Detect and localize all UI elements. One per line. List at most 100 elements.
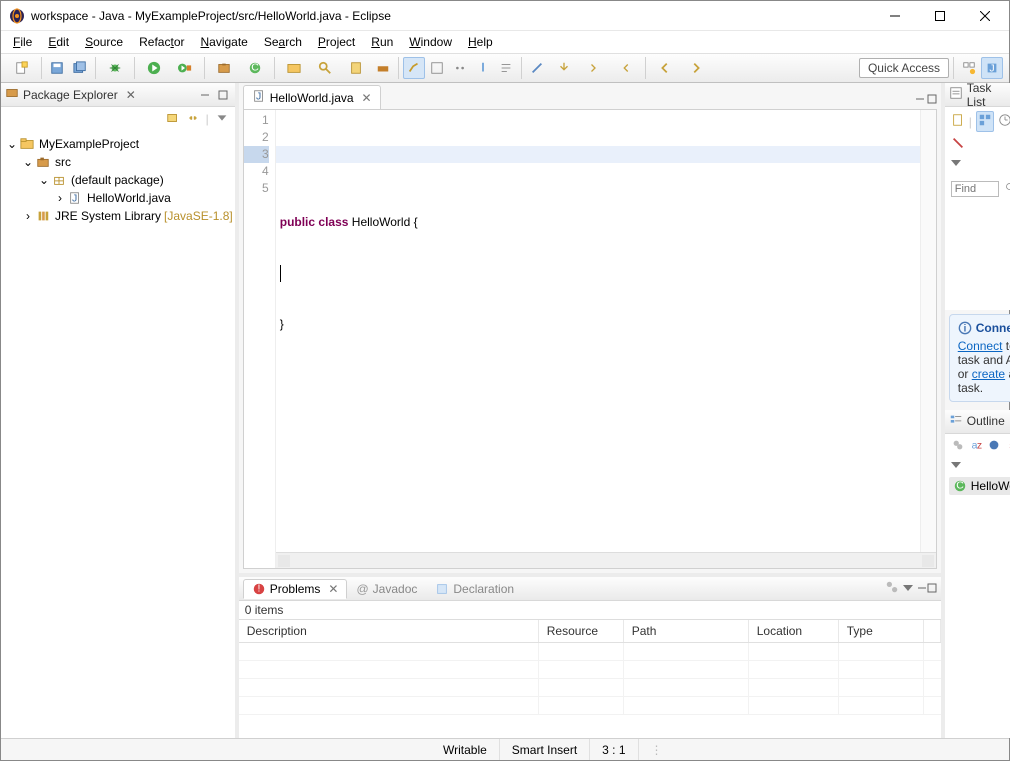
outline-body[interactable]: C HelloWorld <box>945 473 1010 738</box>
outline-item[interactable]: C HelloWorld <box>949 477 1010 495</box>
annotate-button[interactable] <box>341 57 371 79</box>
task-list-menu[interactable] <box>945 157 1010 171</box>
minimize-pane-icon[interactable] <box>917 582 927 596</box>
menu-source[interactable]: Source <box>77 33 131 51</box>
categorized-icon[interactable] <box>976 111 994 132</box>
maximize-editor-icon[interactable] <box>927 93 937 107</box>
link-editor-icon[interactable] <box>186 111 200 128</box>
menu-project[interactable]: Project <box>310 33 363 51</box>
find-input[interactable] <box>951 181 999 197</box>
twister-open-icon[interactable]: ⌄ <box>5 137 19 151</box>
create-link[interactable]: create <box>972 367 1005 381</box>
next-annotation-button[interactable] <box>580 57 610 79</box>
new-package-button[interactable] <box>209 57 239 79</box>
view-menu-icon[interactable] <box>903 582 913 596</box>
toggle-block-button[interactable] <box>426 57 448 79</box>
twister-closed-icon[interactable]: › <box>53 191 67 205</box>
menu-refactor[interactable]: Refactor <box>131 33 192 51</box>
quick-access[interactable]: Quick Access <box>859 58 949 78</box>
save-button[interactable] <box>46 57 68 79</box>
minimize-button[interactable] <box>872 1 917 30</box>
col-description[interactable]: Description <box>239 620 539 642</box>
maximize-pane-icon[interactable] <box>927 582 937 596</box>
tree-jre[interactable]: › JRE System Library [JavaSE-1.8] <box>3 207 233 225</box>
menu-file[interactable]: File <box>5 33 40 51</box>
prev-annotation-button[interactable] <box>611 57 641 79</box>
collapse-all-icon[interactable] <box>166 111 180 128</box>
editor-tab[interactable]: J HelloWorld.java ✕ <box>243 85 381 109</box>
eclipse-icon <box>9 8 25 24</box>
filters-icon[interactable] <box>885 580 899 597</box>
hide-static-icon[interactable]: s <box>1005 438 1010 455</box>
twister-open-icon[interactable]: ⌄ <box>37 173 51 187</box>
save-all-button[interactable] <box>69 57 91 79</box>
col-resource[interactable]: Resource <box>539 620 624 642</box>
window-title: workspace - Java - MyExampleProject/src/… <box>31 9 872 23</box>
twister-open-icon[interactable]: ⌄ <box>21 155 35 169</box>
line-number: 3 <box>244 146 269 163</box>
tab-declaration[interactable]: Declaration <box>426 579 523 599</box>
menu-window[interactable]: Window <box>401 33 460 51</box>
package-explorer-toolbar: | <box>1 107 235 131</box>
tree-file[interactable]: › J HelloWorld.java <box>3 189 233 207</box>
wand-button[interactable] <box>526 57 548 79</box>
build-button[interactable] <box>372 57 394 79</box>
src-folder-icon <box>35 154 51 170</box>
tree-default-package[interactable]: ⌄ (default package) <box>3 171 233 189</box>
status-cursor-position: 3 : 1 <box>590 739 638 760</box>
twister-closed-icon[interactable]: › <box>21 209 35 223</box>
format-button[interactable] <box>495 57 517 79</box>
maximize-button[interactable] <box>917 1 962 30</box>
open-type-button[interactable] <box>279 57 309 79</box>
col-path[interactable]: Path <box>624 620 749 642</box>
close-tab-icon[interactable]: ✕ <box>362 91 372 105</box>
close-tab-icon[interactable]: ✕ <box>328 582 338 596</box>
outline-menu[interactable] <box>945 459 1010 473</box>
toggle-mark-button[interactable] <box>403 57 425 79</box>
open-perspective-button[interactable] <box>958 57 980 79</box>
connect-link[interactable]: Connect <box>958 339 1003 353</box>
maximize-pane-icon[interactable] <box>215 87 231 103</box>
tree-src[interactable]: ⌄ src <box>3 153 233 171</box>
col-type[interactable]: Type <box>839 620 924 642</box>
hide-fields-icon[interactable] <box>987 438 1001 455</box>
search-button[interactable] <box>310 57 340 79</box>
java-perspective-button[interactable]: J <box>981 57 1003 79</box>
show-whitespace-button[interactable] <box>449 57 471 79</box>
step-button[interactable] <box>549 57 579 79</box>
tab-problems[interactable]: ! Problems ✕ <box>243 579 348 599</box>
scheduled-icon[interactable] <box>998 113 1010 130</box>
menu-search[interactable]: Search <box>256 33 310 51</box>
new-button[interactable] <box>7 57 37 79</box>
menu-navigate[interactable]: Navigate <box>192 33 255 51</box>
code-editor[interactable]: 1 2 3 4 5 public class HelloWorld { } <box>243 109 937 569</box>
focus-icon[interactable] <box>951 438 965 455</box>
new-class-button[interactable]: C <box>240 57 270 79</box>
new-task-icon[interactable] <box>951 113 965 130</box>
horizontal-scrollbar[interactable] <box>276 552 936 568</box>
code-area[interactable]: public class HelloWorld { } <box>276 110 936 568</box>
close-pane-icon[interactable]: ✕ <box>122 88 140 102</box>
pin-button[interactable] <box>472 57 494 79</box>
minimize-editor-icon[interactable] <box>915 93 925 107</box>
back-button[interactable] <box>650 57 680 79</box>
tab-javadoc[interactable]: @ Javadoc <box>347 579 426 599</box>
run-last-button[interactable] <box>170 57 200 79</box>
tab-declaration-label: Declaration <box>453 582 514 596</box>
forward-button[interactable] <box>681 57 711 79</box>
menu-edit[interactable]: Edit <box>40 33 77 51</box>
debug-button[interactable] <box>100 57 130 79</box>
sort-icon[interactable]: az <box>969 438 983 455</box>
hide-icon[interactable] <box>951 136 965 153</box>
tree-project[interactable]: ⌄ MyExampleProject <box>3 135 233 153</box>
search-within-icon[interactable] <box>1005 182 1010 197</box>
view-menu-icon[interactable] <box>215 111 229 128</box>
col-location[interactable]: Location <box>749 620 839 642</box>
run-button[interactable] <box>139 57 169 79</box>
close-button[interactable] <box>962 1 1007 30</box>
menu-help[interactable]: Help <box>460 33 501 51</box>
problems-table[interactable]: Description Resource Path Location Type <box>239 619 941 738</box>
package-explorer-tree[interactable]: ⌄ MyExampleProject ⌄ src ⌄ (default pack… <box>1 131 235 738</box>
menu-run[interactable]: Run <box>363 33 401 51</box>
minimize-pane-icon[interactable] <box>197 87 213 103</box>
